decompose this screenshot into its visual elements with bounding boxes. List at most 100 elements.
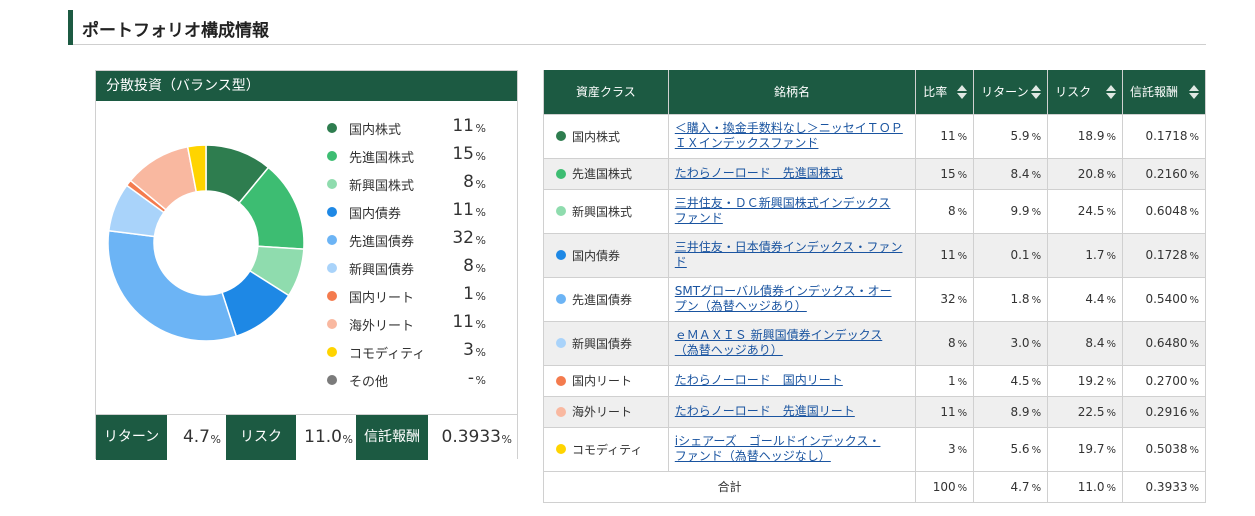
legend-value: 1 [463,284,474,304]
unit: % [1189,482,1199,494]
legend-item: 新興国債券 8% [322,255,502,283]
unit: % [1189,339,1199,350]
fund-name-cell: SMTグローバル債券インデックス・オー プン（為替ヘッジあり） [667,276,917,322]
unit: % [957,445,968,456]
legend-unit: % [475,374,486,387]
legend-item: 国内債券 11% [322,199,502,227]
fund-link[interactable]: たわらノーロード 先進国リート [675,404,909,419]
fund-name-line2: ファンド（為替ヘッジなし） [674,449,831,463]
unit: % [957,407,968,419]
table-row: 先進国債券 SMTグローバル債券インデックス・オー プン（為替ヘッジあり） 32% 1.… [543,276,1206,322]
fund-link[interactable]: たわらノーロード 国内リート [675,373,909,388]
sort-icon [957,85,968,99]
unit: % [1106,407,1116,419]
allocation-panel: 分散投資（バランス型） 国内株式 11% 先進国株式 15% 新興国株式 8% 国内債券 11… [95,70,518,460]
unit: % [1106,339,1116,350]
risk-cell: 22.5% [1047,395,1123,428]
legend-color-dot [327,375,337,385]
fee-value: 0.2160 [1145,166,1188,181]
header-ratio-sort[interactable]: 比率 [915,70,975,115]
header-return-sort[interactable]: リターン [973,70,1049,115]
ratio-cell: 32% [915,276,975,322]
asset-class-cell: 新興国債券 [543,320,669,366]
ratio-value: 15 [940,166,956,181]
fund-name-line2: プン（為替ヘッジあり） [674,299,807,313]
legend-value: 11 [452,312,474,332]
fund-link[interactable]: たわらノーロード 先進国株式 [675,166,909,181]
fund-link[interactable]: iシェアーズ ゴールドインデックス・ ファンド（為替ヘッジなし） [675,434,909,464]
asset-color-dot [556,406,566,417]
legend-color-dot [327,235,337,245]
fund-name-cell: たわらノーロード 国内リート [667,364,917,397]
fund-link[interactable]: ＜購入・換金手数料なし＞ニッセイＴＯＰ ＩＸインデックスファンド [675,121,909,151]
legend-color-dot [327,207,337,217]
legend-value: - [467,368,474,388]
fund-link[interactable]: 三井住友・日本債券インデックス・ファンド [675,240,909,270]
unit: % [1031,376,1042,388]
fee-value: 0.5038 [1145,442,1188,456]
fee-cell: 0.2700% [1122,364,1206,397]
header-fee-sort[interactable]: 信託報酬 [1122,70,1206,115]
risk-cell: 24.5% [1047,188,1123,234]
risk-cell: 19.7% [1047,426,1123,472]
legend-value: 3 [463,340,474,360]
fee-label: 信託報酬 [356,415,428,460]
ratio-value: 11 [940,404,956,419]
panel-title: 分散投資（バランス型） [96,71,517,101]
portfolio-table: 資産クラス 銘柄名 比率 リターン リスク 信託報酬 国内株式 ＜購入・換金手数料… [542,70,1206,503]
legend-item: 海外リート 11% [322,311,502,339]
table-row: 海外リート たわらノーロード 先進国リート 11% 8.9% 22.5% 0.2916% [543,395,1206,428]
return-value: 1.8 [1010,292,1030,306]
risk-value: 11.0 [304,427,342,447]
risk-value: 1.7 [1085,248,1105,262]
fee-cell: 0.6480% [1122,320,1206,366]
legend-value: 32 [452,228,474,248]
risk-cell: 1.7% [1047,232,1123,278]
table-row: 国内債券 三井住友・日本債券インデックス・ファンド 11% 0.1% 1.7% 0.172… [543,232,1206,278]
legend-item: 先進国債券 32% [322,227,502,255]
fund-name-line1: 三井住友・ＤＣ新興国株式インデックス [674,196,891,210]
legend-label: 先進国株式 [349,151,415,166]
total-risk-cell: 11.0% [1047,470,1123,503]
ratio-cell: 8% [915,188,975,234]
legend-item: 国内株式 11% [322,115,502,143]
fee-cell: 0.5038% [1122,426,1206,472]
asset-color-dot [556,250,566,260]
risk-label: リスク [226,415,296,460]
fund-name-line2: （為替ヘッジあり） [674,343,783,357]
unit: % [957,376,968,388]
asset-class-cell: 国内リート [543,364,669,397]
asset-class-cell: 国内株式 [543,113,669,159]
fund-link[interactable]: ｅＭＡＸＩＳ 新興国債券インデックス （為替ヘッジあり） [675,328,909,358]
table-row: 国内株式 ＜購入・換金手数料なし＞ニッセイＴＯＰ ＩＸインデックスファンド 11% 5.… [543,113,1206,159]
header-asset-class: 資産クラス [543,70,669,115]
sort-icon [1189,85,1199,99]
sort-icon [1031,85,1042,99]
portfolio-summary: リターン 4.7 % リスク 11.0 % 信託報酬 0.3933 % [96,414,517,460]
fund-name-cell: ｅＭＡＸＩＳ 新興国債券インデックス （為替ヘッジあり） [667,320,917,366]
fee-value: 0.3933 [441,427,501,447]
unit: % [1106,132,1116,143]
fee-value: 0.6480 [1145,336,1188,350]
fund-link[interactable]: 三井住友・ＤＣ新興国株式インデックス ファンド [675,196,909,226]
fund-link[interactable]: SMTグローバル債券インデックス・オー プン（為替ヘッジあり） [675,284,909,314]
unit: % [1189,169,1199,181]
return-value: 3.0 [1010,336,1030,350]
donut-slice [107,229,238,342]
fee-value: 0.1728 [1145,248,1188,262]
fund-name-line2: ＩＸインデックスファンド [674,136,819,150]
unit: % [1189,207,1199,218]
fund-name-line2: ド [674,255,687,269]
header-risk-sort[interactable]: リスク [1047,70,1123,115]
return-value: 8.4 [1010,166,1030,181]
unit: % [1106,295,1116,306]
asset-class-label: 新興国株式 [572,204,633,219]
risk-value: 24.5 [1077,204,1105,218]
fee-value: 0.6048 [1145,204,1188,218]
unit: % [1031,339,1042,350]
return-cell: 9.9% [973,188,1049,234]
asset-class-label: 国内債券 [572,248,621,263]
return-cell: 4.5% [973,364,1049,397]
asset-class-cell: 海外リート [543,395,669,428]
asset-class-label: 国内株式 [572,129,621,144]
